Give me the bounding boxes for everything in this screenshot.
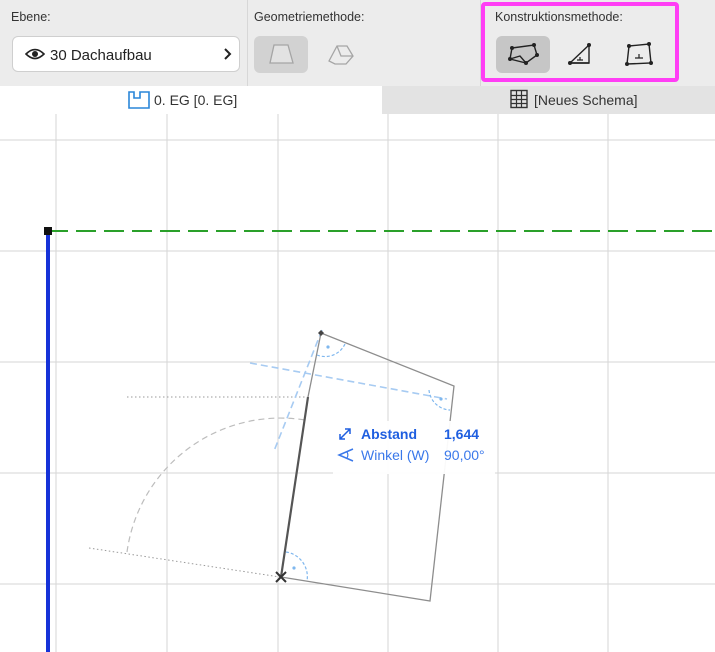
right-angle-dot-3 <box>292 566 296 570</box>
eye-icon <box>25 48 45 60</box>
right-angle-marker-2 <box>428 389 451 411</box>
distance-icon <box>339 428 351 440</box>
layer-label: Ebene: <box>11 10 51 24</box>
drawing-canvas[interactable] <box>0 114 715 652</box>
tab-floor-plan-label: 0. EG [0. EG] <box>154 92 238 108</box>
grid <box>0 114 715 652</box>
geometry-box-icon <box>328 45 354 65</box>
toolbar: Ebene: 30 Dachaufbau Geometriemethode: K… <box>0 0 715 86</box>
right-angle-marker-1 <box>316 343 346 358</box>
guide-dotted-diagonal <box>88 547 281 578</box>
schedule-table-icon <box>510 89 528 109</box>
tab-schedule-label: [Neues Schema] <box>534 92 638 108</box>
construction-highlight-annotation <box>481 2 679 82</box>
wall-endpoint <box>44 227 52 235</box>
right-angle-dot-1 <box>326 345 330 349</box>
guide-blue-1 <box>249 362 448 400</box>
tracker-angle-label: Winkel (W) <box>361 447 430 463</box>
tracker-angle-value: 90,00° <box>444 447 485 463</box>
layer-select-value: 30 Dachaufbau <box>50 47 152 64</box>
geometry-polygon-button[interactable] <box>254 36 308 73</box>
tracker-row-distance: Abstand 1,644 <box>337 424 495 444</box>
view-tabs: 0. EG [0. EG] [Neues Schema] <box>0 86 715 114</box>
tracker-tooltip: Abstand 1,644 Winkel (W) 90,00° <box>333 421 495 474</box>
current-edge-top <box>307 332 322 398</box>
tracker-row-angle: Winkel (W) 90,00° <box>337 445 495 465</box>
corner-point-marker <box>318 330 324 336</box>
tab-schedule[interactable]: [Neues Schema] <box>382 86 715 114</box>
geometry-polygon-icon <box>269 44 294 64</box>
tracker-distance-label: Abstand <box>361 426 417 442</box>
guide-blue-2 <box>273 329 323 452</box>
layer-select[interactable]: 30 Dachaufbau <box>12 36 240 72</box>
right-angle-marker-3 <box>285 551 308 582</box>
geometry-box-button[interactable] <box>313 36 367 73</box>
geometry-section: Geometriemethode: <box>248 0 481 86</box>
tracker-distance-value: 1,644 <box>444 426 480 442</box>
layer-section: Ebene: 30 Dachaufbau <box>0 0 248 86</box>
floor-plan-icon <box>128 91 150 109</box>
angle-icon <box>337 448 354 462</box>
geometry-label: Geometriemethode: <box>254 10 365 24</box>
chevron-right-icon <box>224 48 232 60</box>
tab-floor-plan[interactable]: 0. EG [0. EG] <box>0 86 381 114</box>
right-angle-dot-2 <box>439 397 443 401</box>
